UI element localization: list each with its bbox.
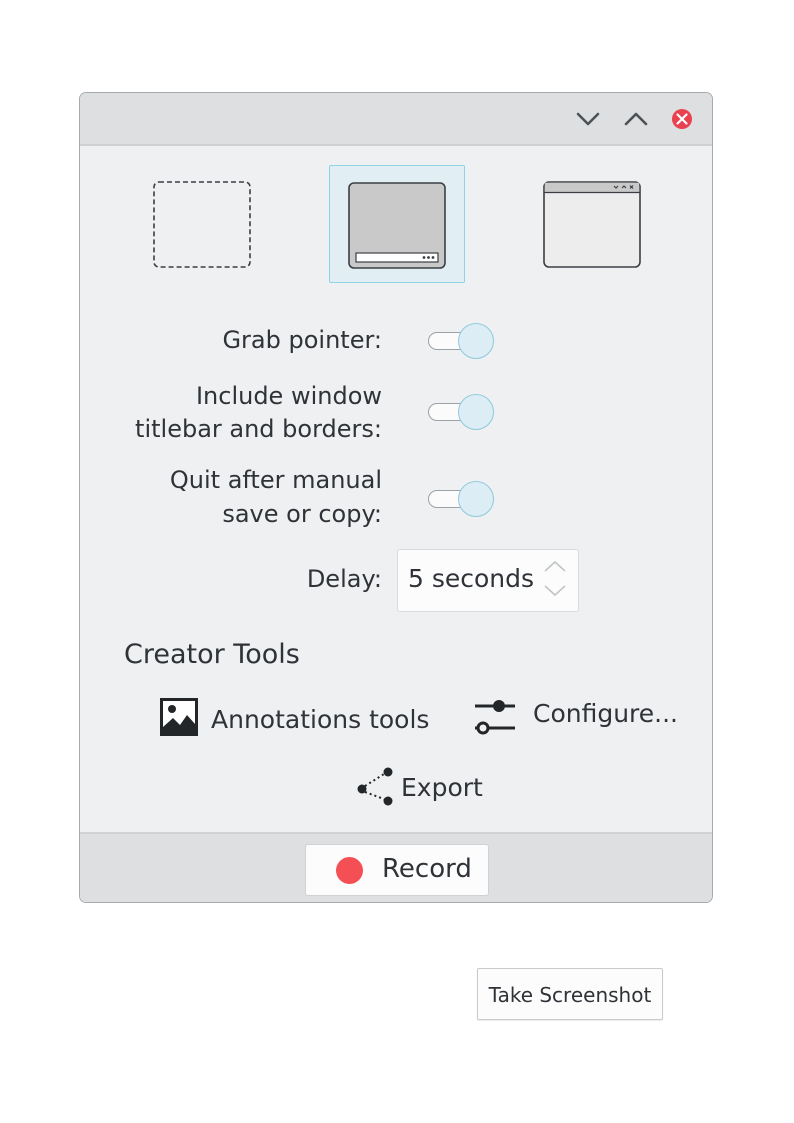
grab-pointer-toggle[interactable] <box>428 322 496 360</box>
include-titlebar-label-line2: titlebar and borders: <box>135 415 382 443</box>
active-window-icon <box>543 181 641 268</box>
image-icon <box>160 698 198 736</box>
chevron-down-icon <box>544 585 566 597</box>
export-label: Export <box>401 773 483 802</box>
include-titlebar-toggle[interactable] <box>428 393 496 431</box>
close-icon[interactable] <box>668 105 696 133</box>
take-screenshot-label: Take Screenshot <box>488 983 652 1007</box>
chevron-down-icon[interactable] <box>574 105 602 133</box>
record-icon <box>336 857 363 884</box>
capture-mode-fullscreen-button[interactable] <box>329 165 465 283</box>
creator-tools-title: Creator Tools <box>124 639 300 670</box>
configure-label: Configure... <box>533 699 679 728</box>
spin-arrows[interactable] <box>541 556 571 606</box>
export-button[interactable]: Export <box>353 765 493 811</box>
annotations-tools-button[interactable]: Annotations tools <box>159 697 434 743</box>
capture-mode-window-button[interactable] <box>524 165 660 283</box>
share-icon <box>357 767 393 806</box>
quit-after-label-line2: save or copy: <box>222 500 382 528</box>
configure-button[interactable]: Configure... <box>473 695 683 741</box>
chevron-up-icon[interactable] <box>622 105 650 133</box>
take-screenshot-button[interactable]: Take Screenshot <box>477 968 663 1020</box>
annotations-tools-label: Annotations tools <box>211 705 430 734</box>
rectangular-region-icon <box>153 181 251 268</box>
grab-pointer-label: Grab pointer: <box>222 326 382 354</box>
quit-after-label-line1: Quit after manual <box>169 466 382 494</box>
sliders-icon <box>475 700 515 735</box>
screenshot-dialog: Grab pointer: Include window titlebar an… <box>79 92 713 903</box>
titlebar <box>80 93 712 146</box>
delay-spinbox[interactable]: 5 seconds <box>397 549 579 612</box>
capture-mode-region-button[interactable] <box>136 165 272 283</box>
quit-after-toggle[interactable] <box>428 480 496 518</box>
dialog-footer: Record <box>80 832 712 902</box>
record-label: Record <box>382 854 472 884</box>
delay-label: Delay: <box>306 565 382 593</box>
delay-value: 5 seconds <box>408 564 535 593</box>
chevron-up-icon <box>544 560 566 572</box>
record-button[interactable]: Record <box>305 844 489 896</box>
include-titlebar-label-line1: Include window <box>195 382 382 410</box>
full-screen-icon <box>348 182 446 269</box>
